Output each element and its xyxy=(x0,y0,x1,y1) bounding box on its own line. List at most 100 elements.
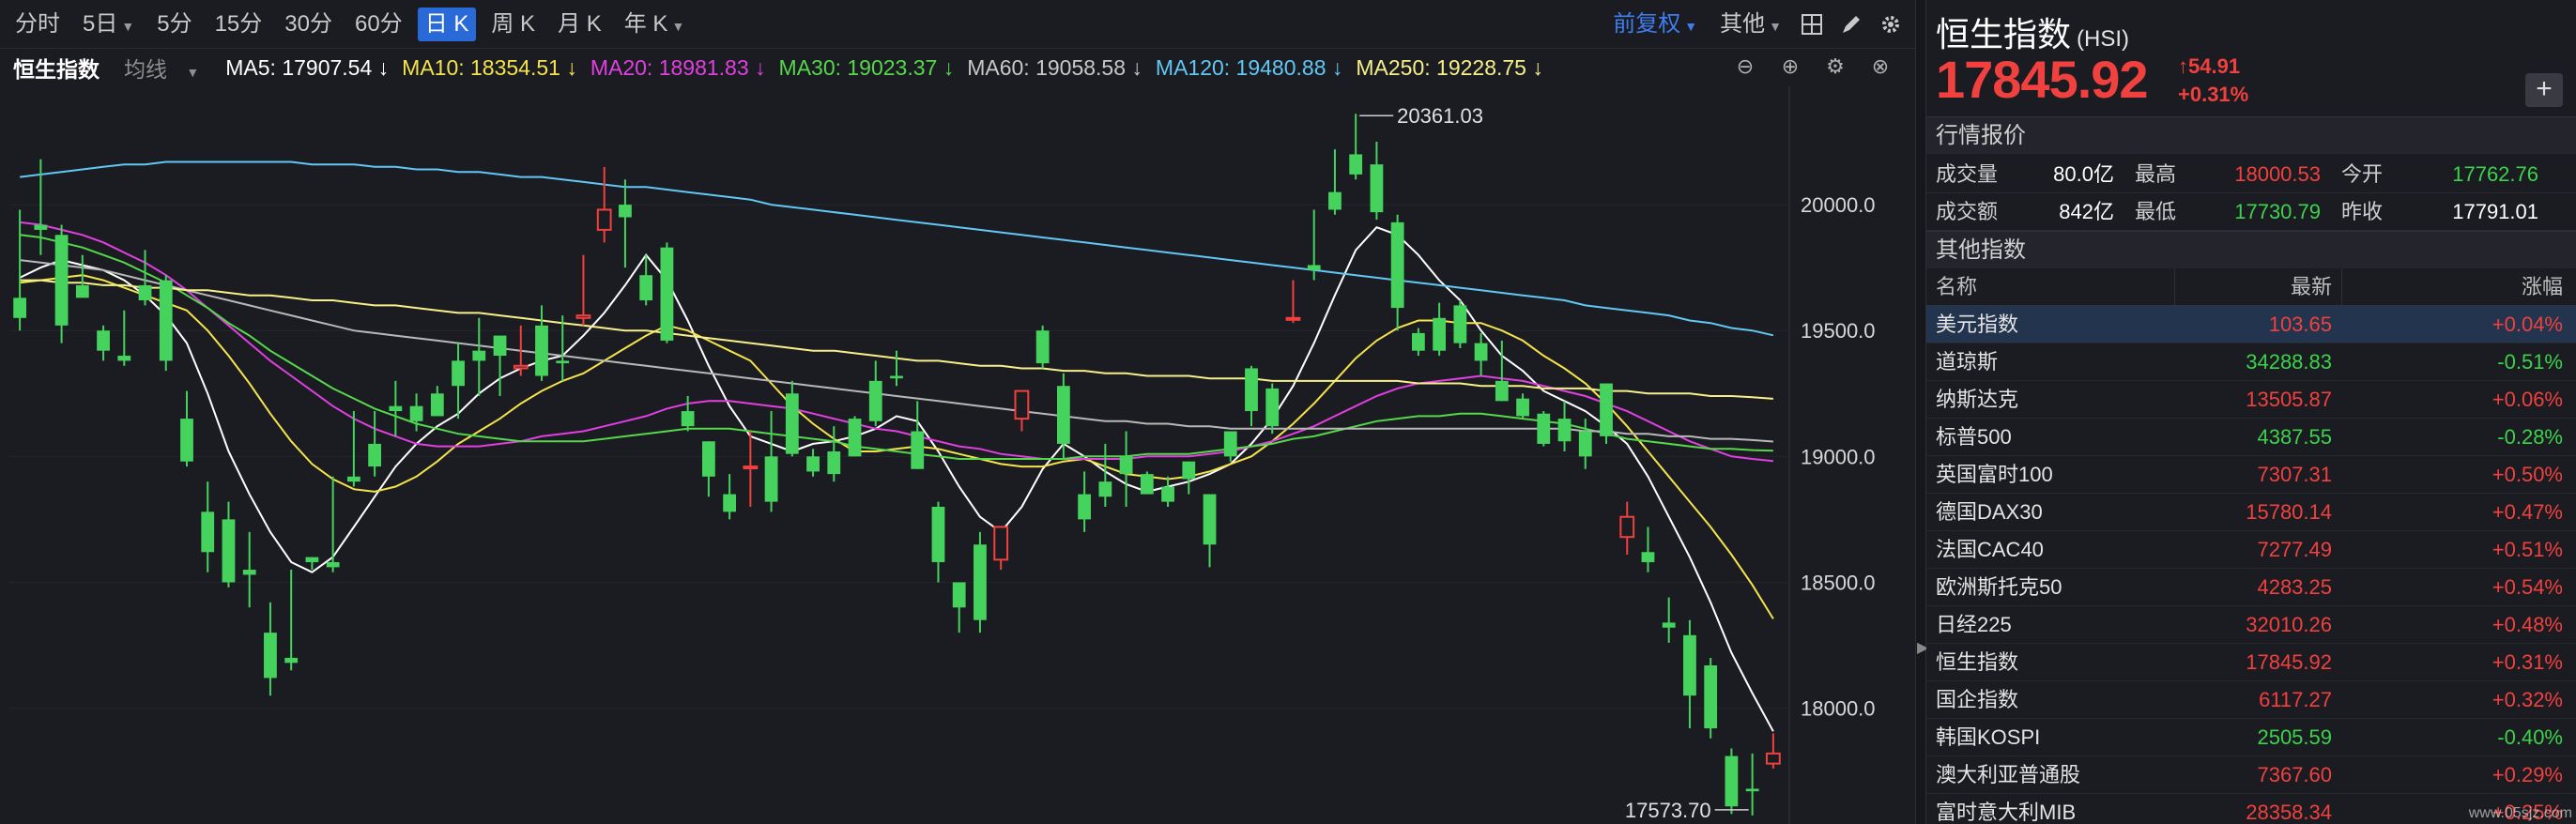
index-row[interactable]: 韩国KOSPI 2505.59 -0.40% xyxy=(1926,719,2576,756)
y-tick-label: 19500.0 xyxy=(1801,319,1876,343)
candle-body xyxy=(974,544,987,620)
chart-svg: 20000.0 19500.0 19000.0 18500.0 18000.0 20361… xyxy=(9,86,1876,824)
col-last-header[interactable]: 最新 xyxy=(2174,268,2341,305)
candle-body xyxy=(34,224,48,230)
index-row[interactable]: 澳大利亚普通股 7367.60 +0.29% xyxy=(1926,756,2576,794)
candle-body xyxy=(911,431,925,469)
close-circle-icon[interactable]: ⊗ xyxy=(1866,53,1894,81)
candle-body xyxy=(1014,389,1030,420)
candle-body xyxy=(159,280,173,361)
index-name-cell: 韩国KOSPI xyxy=(1936,725,2041,749)
chart-index-name: 恒生指数 xyxy=(13,57,100,82)
index-row[interactable]: 标普500 4387.55 -0.28% xyxy=(1926,419,2576,456)
quote-label: 成交额 xyxy=(1936,200,1999,223)
ma-line-ma20 xyxy=(19,221,1773,463)
index-row[interactable]: 德国DAX30 15780.14 +0.47% xyxy=(1926,494,2576,531)
candle-body xyxy=(890,375,903,379)
tab-30min[interactable]: 30分 xyxy=(277,8,340,41)
ma120-label: MA120: 19480.88 ↓ xyxy=(1155,54,1343,80)
panel-splitter[interactable]: ▶ xyxy=(1915,0,1928,824)
change-percent: +0.31% xyxy=(2178,83,2249,106)
index-change-cell: +0.04% xyxy=(2492,313,2563,336)
index-name-cell: 欧洲斯托克50 xyxy=(1936,575,2062,599)
tab-60min[interactable]: 60分 xyxy=(347,8,410,41)
candle-body xyxy=(1328,191,1342,210)
candle-body xyxy=(1182,461,1196,480)
candle-body xyxy=(952,582,966,608)
index-row[interactable]: 日经225 32010.26 +0.48% xyxy=(1926,606,2576,644)
index-row[interactable]: 道琼斯 34288.83 -0.51% xyxy=(1926,343,2576,381)
index-name-cell: 法国CAC40 xyxy=(1936,538,2044,561)
minus-circle-icon[interactable]: ⊖ xyxy=(1731,53,1759,81)
candle-body xyxy=(1119,456,1133,475)
candle-body xyxy=(1285,316,1301,321)
gear-icon[interactable]: ⚙ xyxy=(1821,53,1849,81)
candle-body xyxy=(1453,305,1467,343)
candle-body xyxy=(1578,431,1592,457)
col-name-header[interactable]: 名称 xyxy=(1926,268,2174,305)
candle-body xyxy=(409,405,423,421)
tab-day-k[interactable]: 日 K xyxy=(417,7,477,41)
tab-month-k[interactable]: 月 K xyxy=(550,8,609,41)
candle-body xyxy=(1245,368,1258,412)
candle-body xyxy=(97,330,110,351)
index-row[interactable]: 英国富时100 7307.31 +0.50% xyxy=(1926,456,2576,494)
tab-year-k-label: 年 K xyxy=(623,10,668,37)
candle-body xyxy=(326,562,340,568)
candle-body xyxy=(180,419,193,462)
index-name-cell: 日经225 xyxy=(1936,613,2012,636)
quote-value: 17791.01 xyxy=(2452,200,2538,223)
candle-body xyxy=(575,314,591,319)
index-row[interactable]: 法国CAC40 7277.49 +0.51% xyxy=(1926,531,2576,569)
candle-body xyxy=(1307,265,1321,270)
candle-body xyxy=(1557,419,1572,442)
add-watchlist-button[interactable]: + xyxy=(2525,73,2563,107)
ma-line-ma10 xyxy=(19,274,1774,619)
y-tick-label: 18000.0 xyxy=(1801,697,1876,721)
index-row[interactable]: 国企指数 6117.27 +0.32% xyxy=(1926,681,2576,719)
adjust-dropdown[interactable]: 前复权 ▼ xyxy=(1605,8,1705,41)
candle-body xyxy=(1411,332,1425,351)
settings-gear-icon[interactable] xyxy=(1874,8,1908,41)
candle-body xyxy=(993,526,1009,561)
grid-layout-icon[interactable] xyxy=(1795,8,1829,41)
others-table-body: 美元指数 103.65 +0.04% 道琼斯 34288.83 -0.51% 纳斯达克 135… xyxy=(1926,306,2576,824)
price-change: ↑54.91 +0.31% xyxy=(2178,53,2248,109)
ma-legend-bar: 恒生指数 均线 ▼ MA5: 17907.54 ↓ MA10: 18354.51… xyxy=(0,49,1915,86)
index-change-cell: +0.47% xyxy=(2492,500,2563,524)
index-name-cell: 美元指数 xyxy=(1936,313,2019,336)
tab-5day[interactable]: 5日 ▼ xyxy=(75,8,142,41)
index-change-cell: +0.50% xyxy=(2492,463,2563,486)
candle-body xyxy=(596,208,612,231)
index-last-cell: 34288.83 xyxy=(2246,350,2332,374)
index-row[interactable]: 恒生指数 17845.92 +0.31% xyxy=(1926,644,2576,681)
index-last-cell: 32010.26 xyxy=(2246,613,2332,636)
candle-body xyxy=(827,450,841,475)
candle-body xyxy=(660,247,674,341)
candle-body xyxy=(1765,752,1781,765)
tab-5min[interactable]: 5分 xyxy=(149,8,199,41)
candle-body xyxy=(806,456,820,472)
col-change-header[interactable]: 涨幅 xyxy=(2341,268,2576,305)
candle-body xyxy=(264,633,277,679)
index-last-cell: 103.65 xyxy=(2268,313,2332,336)
index-name-cell: 标普500 xyxy=(1936,425,2012,449)
other-dropdown[interactable]: 其他 ▼ xyxy=(1712,8,1789,41)
index-row[interactable]: 美元指数 103.65 +0.04% xyxy=(1926,306,2576,343)
candlestick-chart[interactable]: 20000.0 19500.0 19000.0 18500.0 18000.0 20361… xyxy=(0,86,1915,824)
draw-pen-icon[interactable] xyxy=(1834,8,1868,41)
candle-body xyxy=(556,360,570,364)
tab-year-k[interactable]: 年 K ▼ xyxy=(617,8,693,41)
tab-fenshi[interactable]: 分时 xyxy=(8,8,68,41)
plus-circle-icon[interactable]: ⊕ xyxy=(1776,53,1804,81)
index-row[interactable]: 纳斯达克 13505.87 +0.06% xyxy=(1926,381,2576,419)
line-type-dropdown[interactable]: 均线 ▼ xyxy=(124,52,212,84)
candle-body xyxy=(1641,552,1655,563)
tab-week-k[interactable]: 周 K xyxy=(483,8,543,41)
tab-15min[interactable]: 15分 xyxy=(207,8,270,41)
candle-body xyxy=(1098,481,1112,497)
index-change-cell: +0.51% xyxy=(2492,538,2563,561)
candle-body xyxy=(1683,634,1696,696)
index-row[interactable]: 欧洲斯托克50 4283.25 +0.54% xyxy=(1926,569,2576,606)
candle-body xyxy=(472,350,486,361)
